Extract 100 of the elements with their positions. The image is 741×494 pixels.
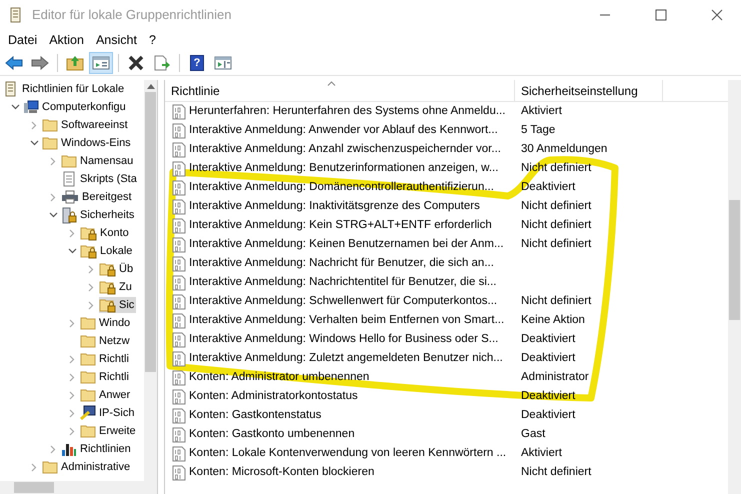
server-lock-icon [61, 206, 77, 224]
policy-name[interactable]: Interaktive Anmeldung: Keinen Benutzernamen bei der Anm... [189, 236, 504, 254]
tree-item[interactable]: IP-Sich [99, 404, 134, 422]
chevron-right-icon[interactable] [50, 192, 56, 202]
policy-icon [172, 104, 186, 120]
chevron-right-icon[interactable] [50, 156, 56, 166]
tree-item[interactable]: Erweite [99, 422, 136, 440]
tree-item[interactable]: Richtli [99, 350, 129, 368]
tree-item[interactable]: Computerkonfigu [42, 98, 126, 116]
policy-name[interactable]: Interaktive Anmeldung: Verhalten beim Entfernen von Smart... [189, 312, 504, 330]
folder-icon [80, 388, 96, 402]
chevron-down-icon[interactable] [48, 212, 58, 218]
policy-icon [172, 350, 186, 366]
tree-item[interactable]: Softwareeinst [61, 116, 128, 134]
policy-icon [172, 332, 186, 348]
security-setting: 5 Tage [520, 122, 556, 138]
toolbar-button[interactable]: ? [185, 52, 209, 74]
chevron-down-icon[interactable] [68, 248, 76, 254]
vertical-scrollbar[interactable] [728, 80, 741, 494]
security-setting: Keine Aktion [520, 312, 585, 328]
security-setting: Nicht definiert [520, 218, 592, 233]
chevron-right-icon[interactable] [50, 444, 56, 454]
tree-item[interactable]: Lokale [100, 242, 132, 260]
menu-item[interactable]: Datei [2, 30, 44, 50]
policy-icon [172, 294, 186, 310]
policy-name[interactable]: Interaktive Anmeldung: Anwender vor Ablauf des Kennwort... [189, 122, 498, 140]
policy-name[interactable]: Konten: Gastkontenstatus [189, 406, 322, 424]
chevron-down-icon[interactable] [10, 104, 20, 110]
chevron-right-icon[interactable] [31, 462, 37, 472]
security-setting: Nicht definiert [520, 236, 592, 252]
policy-icon [172, 122, 186, 138]
policy-name[interactable]: Interaktive Anmeldung: Nachrichtentitel für Benutzer, die si... [189, 274, 496, 292]
tree-item[interactable]: Zu [119, 278, 132, 296]
chevron-right-icon[interactable] [69, 372, 75, 382]
tree-item[interactable]: Üb [119, 260, 134, 278]
menu-item[interactable]: Ansicht [90, 30, 143, 50]
help-icon: ? [190, 54, 204, 70]
tree-item[interactable]: Richtlinien für Lokale [22, 80, 124, 98]
folder-icon [80, 370, 96, 384]
tree-item[interactable]: Konto [100, 224, 129, 242]
security-setting: 30 Anmeldungen [520, 142, 608, 157]
back-arrow-icon [5, 56, 23, 70]
security-setting: Gast [520, 426, 546, 442]
column-header[interactable]: Sicherheitseinstellung [515, 80, 663, 101]
policy-name[interactable]: Interaktive Anmeldung: Inaktivitätsgrenze des Computers [189, 198, 480, 216]
chevron-right-icon[interactable] [69, 318, 75, 328]
tree-item[interactable]: Skripts (Sta [80, 170, 137, 188]
tree-item[interactable]: Richtli [99, 368, 129, 386]
policy-name[interactable]: Interaktive Anmeldung: Kein STRG+ALT+ENTF erforderlich [189, 216, 492, 234]
tree-item[interactable]: Windo [99, 314, 130, 332]
chevron-right-icon[interactable] [69, 426, 75, 436]
chevron-right-icon[interactable] [88, 264, 94, 274]
policy-name[interactable]: Konten: Lokale Kontenverwendung von leeren Kennwörtern ... [189, 444, 506, 462]
chevron-right-icon[interactable] [69, 228, 75, 238]
chevron-down-icon[interactable] [30, 140, 38, 146]
vertical-scrollbar[interactable] [144, 80, 157, 481]
policy-name[interactable]: Interaktive Anmeldung: Anzahl zwischenzuspeichernder vor... [189, 140, 501, 158]
window-title: Editor für lokale Gruppenrichtlinien [32, 6, 232, 24]
chevron-right-icon[interactable] [69, 408, 75, 418]
chevron-right-icon[interactable] [69, 390, 75, 400]
policy-name[interactable]: Herunterfahren: Herunterfahren des Systems ohne Anmeldu... [189, 102, 506, 120]
chevron-right-icon[interactable] [31, 120, 37, 130]
policy-icon [172, 198, 186, 214]
policy-name[interactable]: Konten: Administratorkontostatus [189, 388, 358, 406]
policy-name[interactable]: Konten: Microsoft-Konten blockieren [189, 464, 374, 482]
chevron-right-icon[interactable] [88, 300, 94, 310]
tree-item[interactable]: Anwer [99, 386, 130, 404]
tree-item[interactable]: Netzw [99, 332, 130, 350]
policy-name[interactable]: Konten: Gastkonto umbenennen [189, 426, 355, 444]
chevron-right-icon[interactable] [88, 282, 94, 292]
policy-icon [172, 312, 186, 328]
policy-name[interactable]: Interaktive Anmeldung: Windows Hello for Business oder S... [189, 330, 498, 348]
horizontal-scrollbar[interactable] [0, 481, 157, 494]
forward-arrow-icon [31, 56, 49, 70]
chevron-right-icon[interactable] [69, 354, 75, 364]
security-setting: Deaktiviert [520, 332, 576, 347]
column-header[interactable]: Richtlinie [165, 80, 515, 101]
menu-item[interactable]: Aktion [43, 30, 90, 50]
policy-name[interactable]: Interaktive Anmeldung: Nachricht für Benutzer, die sich an... [189, 254, 494, 272]
tree-item[interactable]: Namensau [80, 152, 134, 170]
maximize-icon[interactable] [655, 9, 667, 21]
tree-item[interactable]: Sicherheits [80, 206, 134, 224]
menu-item[interactable]: ? [142, 30, 162, 50]
tree-item[interactable]: Richtlinien [80, 440, 131, 458]
bar-chart-icon [61, 441, 77, 457]
policy-name[interactable]: Interaktive Anmeldung: Schwellenwert für Computerkontos... [189, 292, 498, 310]
security-setting: Aktiviert [520, 104, 562, 119]
tree-item[interactable]: Windows-Eins [61, 134, 131, 152]
folder-icon [42, 460, 58, 474]
tree-item[interactable]: Bereitgest [82, 188, 132, 206]
policy-icon [172, 218, 186, 234]
policy-name[interactable]: Interaktive Anmeldung: Benutzerinformationen anzeigen, w... [189, 160, 498, 178]
policy-name[interactable]: Interaktive Anmeldung: Zuletzt angemeldeten Benutzer nich... [189, 350, 503, 368]
scroll-up-arrow-icon[interactable] [146, 83, 154, 89]
policy-icon [172, 464, 186, 480]
close-icon[interactable] [711, 9, 723, 21]
tree-item[interactable]: Administrative [61, 458, 130, 476]
folder-icon [42, 118, 58, 132]
delete-icon [128, 54, 144, 70]
policy-icon [172, 426, 186, 442]
